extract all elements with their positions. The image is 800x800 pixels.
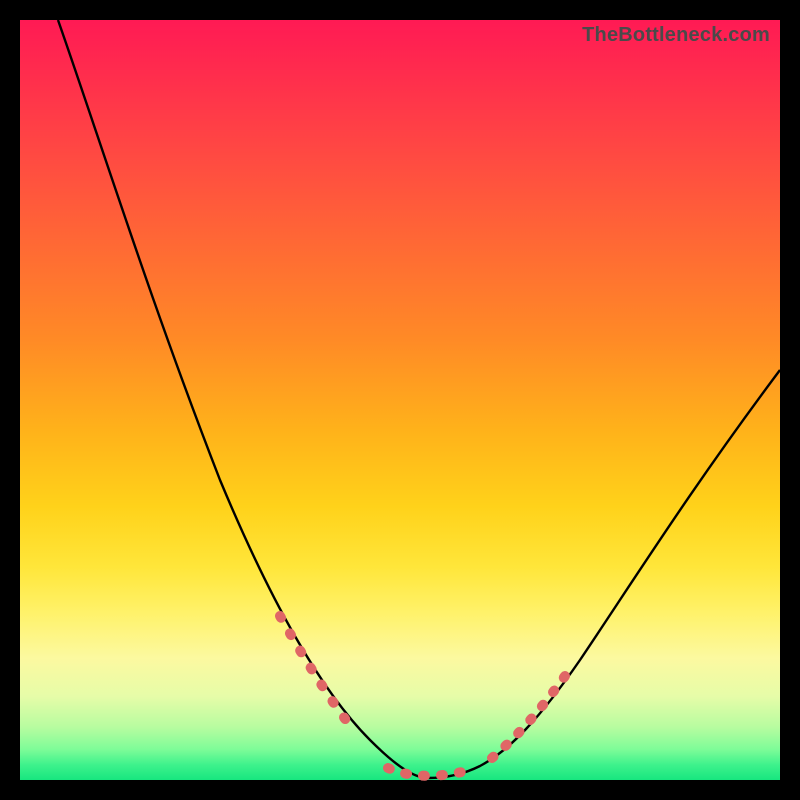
chart-frame: TheBottleneck.com [0,0,800,800]
plot-area: TheBottleneck.com [20,20,780,780]
highlight-dots [280,616,565,776]
curve-path [58,20,780,778]
bottleneck-curve [20,20,780,780]
